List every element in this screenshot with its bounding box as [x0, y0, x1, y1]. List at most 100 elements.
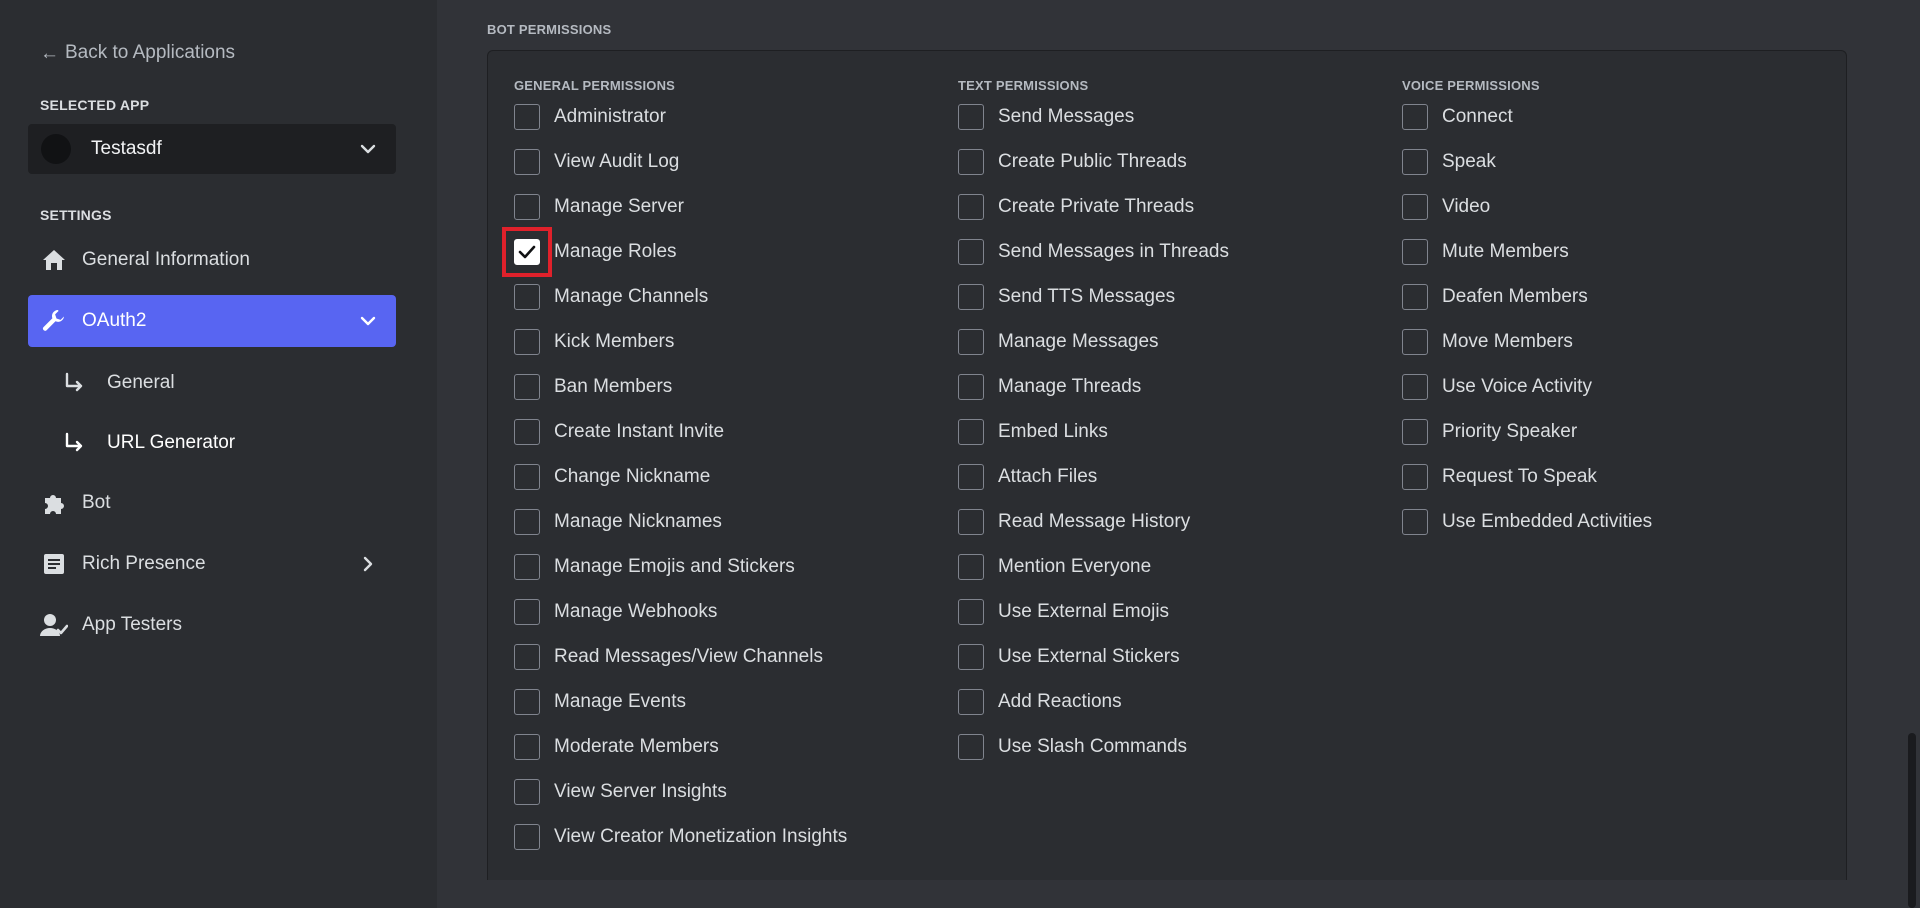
permission-row-use-external-emojis[interactable]: Use External Emojis: [958, 599, 1229, 644]
permission-row-manage-nicknames[interactable]: Manage Nicknames: [514, 509, 847, 554]
permission-row-create-public-threads[interactable]: Create Public Threads: [958, 149, 1229, 194]
checkbox-request-to-speak[interactable]: [1402, 464, 1428, 490]
checkbox-connect[interactable]: [1402, 104, 1428, 130]
scrollbar-thumb[interactable]: [1908, 733, 1916, 908]
checkbox-manage-emojis-and-stickers[interactable]: [514, 554, 540, 580]
checkbox-use-slash-commands[interactable]: [958, 734, 984, 760]
permission-row-priority-speaker[interactable]: Priority Speaker: [1402, 419, 1652, 464]
permission-row-read-message-history[interactable]: Read Message History: [958, 509, 1229, 554]
permission-row-video[interactable]: Video: [1402, 194, 1652, 239]
permission-row-manage-messages[interactable]: Manage Messages: [958, 329, 1229, 374]
permission-row-send-messages[interactable]: Send Messages: [958, 104, 1229, 149]
checkbox-send-messages-in-threads[interactable]: [958, 239, 984, 265]
nav-item-rich-presence[interactable]: Rich Presence: [28, 538, 396, 590]
checkbox-priority-speaker[interactable]: [1402, 419, 1428, 445]
permission-row-use-slash-commands[interactable]: Use Slash Commands: [958, 734, 1229, 779]
checkbox-mention-everyone[interactable]: [958, 554, 984, 580]
permission-row-mention-everyone[interactable]: Mention Everyone: [958, 554, 1229, 599]
nav-item-bot[interactable]: Bot: [28, 477, 396, 529]
permission-row-deafen-members[interactable]: Deafen Members: [1402, 284, 1652, 329]
checkbox-embed-links[interactable]: [958, 419, 984, 445]
permission-row-add-reactions[interactable]: Add Reactions: [958, 689, 1229, 734]
checkbox-manage-roles[interactable]: [514, 239, 540, 265]
app-selector-dropdown[interactable]: Testasdf: [28, 124, 396, 174]
checkbox-manage-threads[interactable]: [958, 374, 984, 400]
permission-row-manage-threads[interactable]: Manage Threads: [958, 374, 1229, 419]
permission-row-create-instant-invite[interactable]: Create Instant Invite: [514, 419, 847, 464]
permission-row-change-nickname[interactable]: Change Nickname: [514, 464, 847, 509]
chevron-down-icon: [356, 309, 380, 333]
permission-row-ban-members[interactable]: Ban Members: [514, 374, 847, 419]
checkbox-manage-channels[interactable]: [514, 284, 540, 310]
permission-row-use-voice-activity[interactable]: Use Voice Activity: [1402, 374, 1652, 419]
permission-row-manage-emojis-and-stickers[interactable]: Manage Emojis and Stickers: [514, 554, 847, 599]
permission-row-request-to-speak[interactable]: Request To Speak: [1402, 464, 1652, 509]
checkbox-manage-webhooks[interactable]: [514, 599, 540, 625]
checkbox-create-public-threads[interactable]: [958, 149, 984, 175]
sub-item-url-generator[interactable]: URL Generator: [60, 420, 396, 466]
permission-row-manage-server[interactable]: Manage Server: [514, 194, 847, 239]
permission-row-moderate-members[interactable]: Moderate Members: [514, 734, 847, 779]
permission-row-view-server-insights[interactable]: View Server Insights: [514, 779, 847, 824]
checkbox-change-nickname[interactable]: [514, 464, 540, 490]
permission-row-attach-files[interactable]: Attach Files: [958, 464, 1229, 509]
checkbox-manage-nicknames[interactable]: [514, 509, 540, 535]
back-to-applications-link[interactable]: ← Back to Applications: [40, 40, 235, 66]
checkbox-wrapper: [502, 227, 552, 277]
checkbox-moderate-members[interactable]: [514, 734, 540, 760]
checkbox-kick-members[interactable]: [514, 329, 540, 355]
checkbox-manage-messages[interactable]: [958, 329, 984, 355]
checkbox-use-external-emojis[interactable]: [958, 599, 984, 625]
checkbox-read-message-history[interactable]: [958, 509, 984, 535]
permission-row-view-audit-log[interactable]: View Audit Log: [514, 149, 847, 194]
permission-row-administrator[interactable]: Administrator: [514, 104, 847, 149]
permission-row-manage-roles[interactable]: Manage Roles: [502, 227, 847, 284]
checkbox-attach-files[interactable]: [958, 464, 984, 490]
permission-row-use-embedded-activities[interactable]: Use Embedded Activities: [1402, 509, 1652, 554]
permission-row-use-external-stickers[interactable]: Use External Stickers: [958, 644, 1229, 689]
sub-item-general[interactable]: General: [60, 360, 396, 406]
checkbox-view-audit-log[interactable]: [514, 149, 540, 175]
checkbox-create-instant-invite[interactable]: [514, 419, 540, 445]
nav-item-general-information[interactable]: General Information: [28, 234, 396, 286]
checkbox-wrapper: [958, 599, 984, 625]
checkbox-view-server-insights[interactable]: [514, 779, 540, 805]
checkbox-use-external-stickers[interactable]: [958, 644, 984, 670]
checkbox-add-reactions[interactable]: [958, 689, 984, 715]
permission-row-read-messages-view-channels[interactable]: Read Messages/View Channels: [514, 644, 847, 689]
permission-row-manage-events[interactable]: Manage Events: [514, 689, 847, 734]
checkbox-administrator[interactable]: [514, 104, 540, 130]
checkbox-view-creator-monetization-insights[interactable]: [514, 824, 540, 850]
checkbox-wrapper: [958, 689, 984, 715]
permission-row-speak[interactable]: Speak: [1402, 149, 1652, 194]
checkbox-mute-members[interactable]: [1402, 239, 1428, 265]
permission-row-view-creator-monetization-insights[interactable]: View Creator Monetization Insights: [514, 824, 847, 869]
checkbox-manage-events[interactable]: [514, 689, 540, 715]
checkbox-send-messages[interactable]: [958, 104, 984, 130]
permission-row-send-messages-in-threads[interactable]: Send Messages in Threads: [958, 239, 1229, 284]
checkbox-send-tts-messages[interactable]: [958, 284, 984, 310]
permission-row-send-tts-messages[interactable]: Send TTS Messages: [958, 284, 1229, 329]
permission-row-manage-channels[interactable]: Manage Channels: [514, 284, 847, 329]
permission-row-manage-webhooks[interactable]: Manage Webhooks: [514, 599, 847, 644]
permission-row-mute-members[interactable]: Mute Members: [1402, 239, 1652, 284]
checkbox-use-voice-activity[interactable]: [1402, 374, 1428, 400]
permission-label: View Audit Log: [554, 151, 680, 172]
checkbox-video[interactable]: [1402, 194, 1428, 220]
permission-row-connect[interactable]: Connect: [1402, 104, 1652, 149]
permission-row-kick-members[interactable]: Kick Members: [514, 329, 847, 374]
wrench-icon: [40, 307, 68, 335]
nav-item-app-testers[interactable]: App Testers: [28, 599, 396, 651]
checkbox-read-messages-view-channels[interactable]: [514, 644, 540, 670]
permission-row-create-private-threads[interactable]: Create Private Threads: [958, 194, 1229, 239]
checkbox-deafen-members[interactable]: [1402, 284, 1428, 310]
checkbox-move-members[interactable]: [1402, 329, 1428, 355]
nav-item-oauth2[interactable]: OAuth2: [28, 295, 396, 347]
checkbox-ban-members[interactable]: [514, 374, 540, 400]
permission-row-move-members[interactable]: Move Members: [1402, 329, 1652, 374]
checkbox-create-private-threads[interactable]: [958, 194, 984, 220]
checkbox-manage-server[interactable]: [514, 194, 540, 220]
permission-row-embed-links[interactable]: Embed Links: [958, 419, 1229, 464]
checkbox-speak[interactable]: [1402, 149, 1428, 175]
checkbox-use-embedded-activities[interactable]: [1402, 509, 1428, 535]
